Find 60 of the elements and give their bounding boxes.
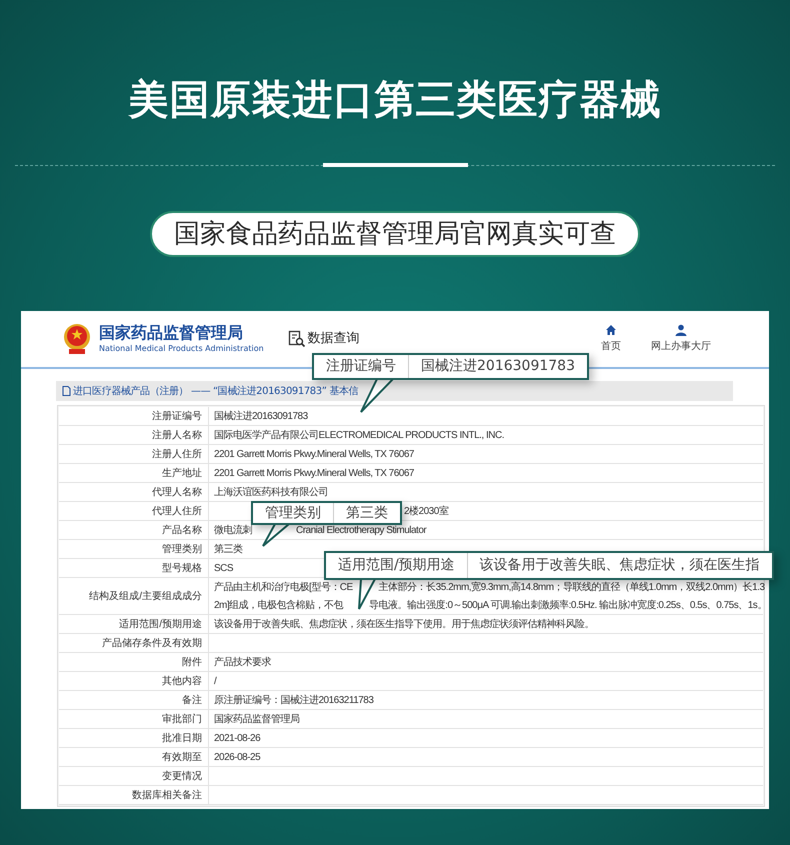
field-label: 数据库相关备注 bbox=[59, 786, 209, 804]
breadcrumb: 进口医疗器械产品（注册） —— “国械注进20163091783” 基本信 bbox=[73, 384, 358, 398]
field-value: 第三类 bbox=[214, 542, 242, 556]
field-value: 2m]组成，电极包含棉贴，不包 bbox=[214, 598, 344, 612]
field-label: 产品名称 bbox=[59, 521, 209, 539]
field-value: 产品技术要求 bbox=[214, 656, 271, 670]
callout-value: 该设备用于改善失眠、焦虑症状，须在医生指 bbox=[478, 556, 761, 575]
field-value: / bbox=[214, 674, 216, 688]
field-value: 2026-08-25 bbox=[214, 750, 260, 764]
field-label: 生产地址 bbox=[59, 464, 209, 482]
user-icon bbox=[675, 324, 687, 336]
field-value: SCS bbox=[214, 562, 234, 576]
field-value: 2201 Garrett Morris Pkwy.Mineral Wells, TX 76067 bbox=[214, 448, 414, 462]
emblem-icon bbox=[63, 323, 91, 355]
badge: 国家食品药品监督管理局官网真实可查 bbox=[150, 211, 640, 257]
field-value: 2楼2030室 bbox=[404, 504, 448, 518]
field-label: 结构及组成/主要组成成分 bbox=[59, 578, 209, 614]
field-value: 主体部分：长35.2mm,宽9.3mm,高14.8mm；导联线的直径（单线1.0mm，双线2.0mm）长1.3 bbox=[378, 580, 765, 594]
callout-label: 管理类别 bbox=[253, 503, 334, 523]
field-label: 批准日期 bbox=[59, 729, 209, 747]
field-value: Cranial Electrotherapy Stimulator bbox=[296, 524, 426, 538]
site-title: 国家药品监督管理局 bbox=[99, 323, 244, 343]
document-search-icon bbox=[288, 330, 306, 348]
field-value: 导电液。输出强度:0～500μA 可调.输出刺激频率:0.5Hz. 输出脉冲宽度:0.25s、0.5s、0.75s、1s。 bbox=[369, 598, 767, 612]
data-query-link[interactable]: 数据查询 bbox=[308, 329, 360, 349]
nav-link[interactable]: 网上办事大厅 bbox=[651, 324, 711, 354]
field-value: 产品由主机和治疗电极[型号：CE bbox=[214, 580, 353, 594]
field-value: 2201 Garrett Morris Pkwy.Mineral Wells, TX 76067 bbox=[214, 466, 414, 480]
field-value: 微电流刺 bbox=[214, 524, 252, 538]
home-icon bbox=[605, 324, 617, 336]
field-value: 2021-08-26 bbox=[214, 732, 260, 746]
field-label: 附件 bbox=[59, 653, 209, 671]
site-subtitle: National Medical Products Administration bbox=[99, 343, 264, 355]
headline: 美国原装进口第三类医疗器械 bbox=[128, 76, 662, 125]
field-label: 注册人住所 bbox=[59, 445, 209, 463]
callout-label: 适用范围/预期用途 bbox=[326, 553, 468, 578]
callout-value: 国械注进20163091783 bbox=[420, 357, 576, 376]
field-label: 备注 bbox=[59, 691, 209, 709]
callout-value: 第三类 bbox=[345, 504, 389, 522]
field-value: 国际电医学产品有限公司ELECTROMEDICAL PRODUCTS INTL., INC. bbox=[214, 428, 504, 442]
field-label: 型号规格 bbox=[59, 559, 209, 577]
field-label: 其他内容 bbox=[59, 672, 209, 690]
field-label: 代理人住所 bbox=[59, 502, 209, 520]
field-label: 产品储存条件及有效期 bbox=[59, 634, 209, 652]
field-value: 上海沃谊医药科技有限公司 bbox=[214, 486, 328, 500]
field-label: 适用范围/预期用途 bbox=[59, 615, 209, 633]
field-label: 管理类别 bbox=[59, 540, 209, 558]
field-value: 国家药品监督管理局 bbox=[214, 712, 300, 726]
document-icon bbox=[62, 386, 71, 396]
field-label: 有效期至 bbox=[59, 748, 209, 766]
field-value: 原注册证编号：国械注进20163211783 bbox=[214, 694, 374, 708]
field-label: 代理人名称 bbox=[59, 483, 209, 501]
field-label: 注册人名称 bbox=[59, 426, 209, 444]
field-value: 该设备用于改善失眠、焦虑症状，须在医生指导下使用。用于焦虑症状须评估精神科风险。 bbox=[214, 618, 594, 632]
callout-label: 注册证编号 bbox=[314, 355, 409, 378]
field-label: 审批部门 bbox=[59, 710, 209, 728]
field-value: 国械注进20163091783 bbox=[214, 410, 308, 424]
field-label: 变更情况 bbox=[59, 767, 209, 785]
field-label: 注册证编号 bbox=[59, 407, 209, 425]
nav-link[interactable]: 首页 bbox=[601, 324, 621, 354]
